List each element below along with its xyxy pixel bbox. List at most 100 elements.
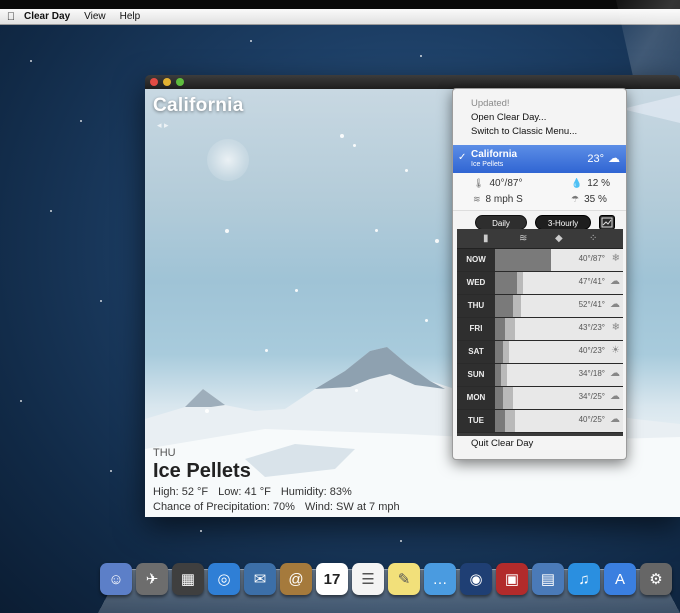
- stat-wind: ≋ 8 mph S: [473, 194, 523, 205]
- forecast-temp: 52°/41°: [578, 300, 605, 309]
- mission-control-icon[interactable]: ▦: [172, 563, 204, 595]
- sun-glow: [207, 139, 249, 181]
- radar-icon: [601, 217, 613, 228]
- forecast-row[interactable]: TUE 40°/25° ☁: [457, 410, 623, 433]
- forecast-day: WED: [457, 272, 495, 294]
- contacts-icon[interactable]: @: [280, 563, 312, 595]
- star: [100, 300, 102, 302]
- messages-icon[interactable]: …: [424, 563, 456, 595]
- menu-switch-classic[interactable]: Switch to Classic Menu...: [453, 125, 626, 139]
- menu-help[interactable]: Help: [120, 11, 141, 22]
- forecast-bars: 43°/23° ❄: [495, 318, 623, 340]
- menu-app-name[interactable]: Clear Day: [24, 11, 70, 22]
- forecast-row[interactable]: MON 34°/25° ☁: [457, 387, 623, 410]
- high-temp: High: 52 °F: [153, 486, 209, 498]
- snowflake: [205, 409, 209, 413]
- snowflake: [405, 169, 408, 172]
- cloud-icon: ☁: [610, 276, 620, 287]
- stat-humidity: 💧 12 %: [571, 178, 610, 189]
- forecast-bar-dark: [495, 249, 551, 271]
- snow-icon: ❄: [611, 322, 620, 333]
- snowflake: [225, 229, 229, 233]
- minimize-button[interactable]: [163, 78, 171, 86]
- forecast-temp: 40°/23°: [578, 346, 605, 355]
- snowflake: [340, 134, 344, 138]
- star: [110, 470, 112, 472]
- snowflake: [265, 349, 268, 352]
- current-day: THU: [153, 447, 176, 459]
- iphoto-icon[interactable]: ▤: [532, 563, 564, 595]
- low-temp: Low: 41 °F: [218, 486, 271, 498]
- facetime-icon[interactable]: ◉: [460, 563, 492, 595]
- humidity-value: Humidity: 83%: [280, 486, 352, 498]
- forecast-day: FRI: [457, 318, 495, 340]
- precip-line: Chance of Precipitation: 70% Wind: SW at …: [153, 501, 410, 513]
- forecast-bars: 40°/25° ☁: [495, 410, 623, 432]
- forecast-row[interactable]: THU 52°/41° ☁: [457, 295, 623, 318]
- finder-icon[interactable]: ☺: [100, 563, 132, 595]
- rain-icon: ☂: [571, 194, 580, 204]
- rain-header-icon[interactable]: ⁘: [589, 233, 597, 244]
- snow-icon: ❄: [611, 253, 620, 264]
- current-condition: Ice Pellets: [153, 460, 251, 482]
- forecast-row[interactable]: SUN 34°/18° ☁: [457, 364, 623, 387]
- calendar-icon[interactable]: 17: [316, 563, 348, 595]
- preferences-icon[interactable]: ⚙: [640, 563, 672, 595]
- menu-selected-location[interactable]: ✓ California Ice Pellets 23° ☁: [453, 145, 626, 173]
- forecast-row[interactable]: FRI 43°/23° ❄: [457, 318, 623, 341]
- menu-open-clear-day[interactable]: Open Clear Day...: [453, 111, 626, 125]
- drop-header-icon[interactable]: ◆: [555, 233, 563, 244]
- sun-icon: ☀: [611, 345, 620, 356]
- forecast-bar-dark: [495, 272, 517, 294]
- forecast-day: THU: [457, 295, 495, 317]
- forecast-row[interactable]: WED 47°/41° ☁: [457, 272, 623, 295]
- forecast-bar-dark: [495, 387, 503, 409]
- forecast-row[interactable]: NOW 40°/87° ❄: [457, 249, 623, 272]
- title-bar[interactable]: [145, 75, 680, 89]
- forecast-bar-light: [517, 272, 523, 294]
- cloud-icon: ☁: [610, 414, 620, 425]
- apple-icon[interactable]: : [2, 11, 20, 23]
- zoom-button[interactable]: [176, 78, 184, 86]
- radar-button[interactable]: [599, 215, 615, 230]
- star: [30, 60, 32, 62]
- forecast-bar-dark: [495, 295, 513, 317]
- forecast-header: ▮ ≋ ◆ ⁘: [457, 229, 623, 249]
- status-menu: Updated! Open Clear Day... Switch to Cla…: [452, 88, 627, 460]
- menu-bar:  Clear Day View Help: [0, 9, 680, 25]
- menu-quit[interactable]: Quit Clear Day: [453, 438, 626, 449]
- top-strip: [0, 0, 680, 9]
- forecast-bar-dark: [495, 410, 505, 432]
- cloud-icon: ☁: [610, 391, 620, 402]
- mail-icon[interactable]: ✉: [244, 563, 276, 595]
- forecast-table: ▮ ≋ ◆ ⁘ NOW 40°/87° ❄ WED 47°/41° ☁ THU 52°/41°…: [457, 229, 623, 436]
- thermometer-header-icon[interactable]: ▮: [483, 233, 489, 244]
- location-arrows-icon[interactable]: ◂ ▸: [157, 120, 169, 131]
- wind-value: Wind: SW at 7 mph: [304, 501, 400, 513]
- forecast-bars: 40°/87° ❄: [495, 249, 623, 271]
- forecast-temp: 40°/87°: [578, 254, 605, 263]
- menu-view[interactable]: View: [84, 11, 106, 22]
- stat-humidity-value: 12 %: [587, 178, 611, 189]
- itunes-icon[interactable]: ♫: [568, 563, 600, 595]
- wind-header-icon[interactable]: ≋: [519, 233, 527, 244]
- forecast-bar-dark: [495, 341, 503, 363]
- tab-3-hourly[interactable]: 3-Hourly: [535, 215, 591, 230]
- selected-location-name: California: [471, 149, 518, 160]
- forecast-bar-dark: [495, 318, 505, 340]
- snow-cloud-icon: ☁: [608, 151, 620, 165]
- stat-wind-value: 8 mph S: [485, 194, 523, 205]
- star: [80, 120, 82, 122]
- notes-icon[interactable]: ✎: [388, 563, 420, 595]
- safari-icon[interactable]: ◎: [208, 563, 240, 595]
- forecast-bars: 52°/41° ☁: [495, 295, 623, 317]
- reminders-icon[interactable]: ☰: [352, 563, 384, 595]
- launchpad-icon[interactable]: ✈: [136, 563, 168, 595]
- forecast-temp: 43°/23°: [578, 323, 605, 332]
- close-button[interactable]: [150, 78, 158, 86]
- forecast-row[interactable]: SAT 40°/23° ☀: [457, 341, 623, 364]
- app-store-icon[interactable]: A: [604, 563, 636, 595]
- forecast-temp: 34°/18°: [578, 369, 605, 378]
- tab-daily[interactable]: Daily: [475, 215, 527, 230]
- photo-booth-icon[interactable]: ▣: [496, 563, 528, 595]
